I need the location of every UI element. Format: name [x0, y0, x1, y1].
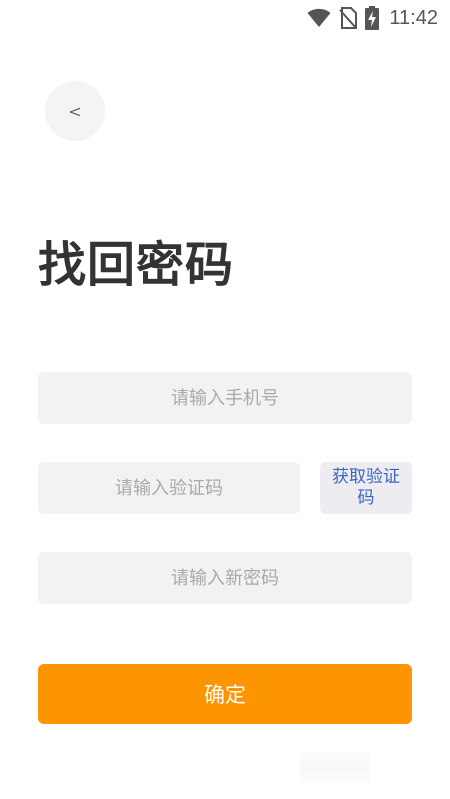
confirm-button[interactable]: 确定: [38, 664, 412, 724]
status-time: 11:42: [389, 6, 438, 29]
phone-input[interactable]: [38, 372, 412, 424]
new-password-input[interactable]: [38, 552, 412, 604]
battery-charging-icon: [365, 6, 380, 30]
wifi-icon: [307, 8, 331, 28]
back-chevron-icon: <: [68, 101, 82, 121]
get-code-button[interactable]: 获取验证码: [320, 462, 412, 514]
find-password-screen: 11:42 < 找回密码 获取验证码 确定: [0, 0, 450, 799]
bottom-decoration: [300, 748, 370, 788]
confirm-label: 确定: [204, 683, 246, 707]
page-title: 找回密码: [38, 237, 235, 293]
verification-code-input[interactable]: [38, 462, 300, 514]
no-sim-icon: [339, 7, 358, 29]
get-code-label: 获取验证码: [332, 467, 400, 508]
back-button[interactable]: <: [45, 81, 105, 141]
status-bar: 11:42: [307, 0, 450, 36]
